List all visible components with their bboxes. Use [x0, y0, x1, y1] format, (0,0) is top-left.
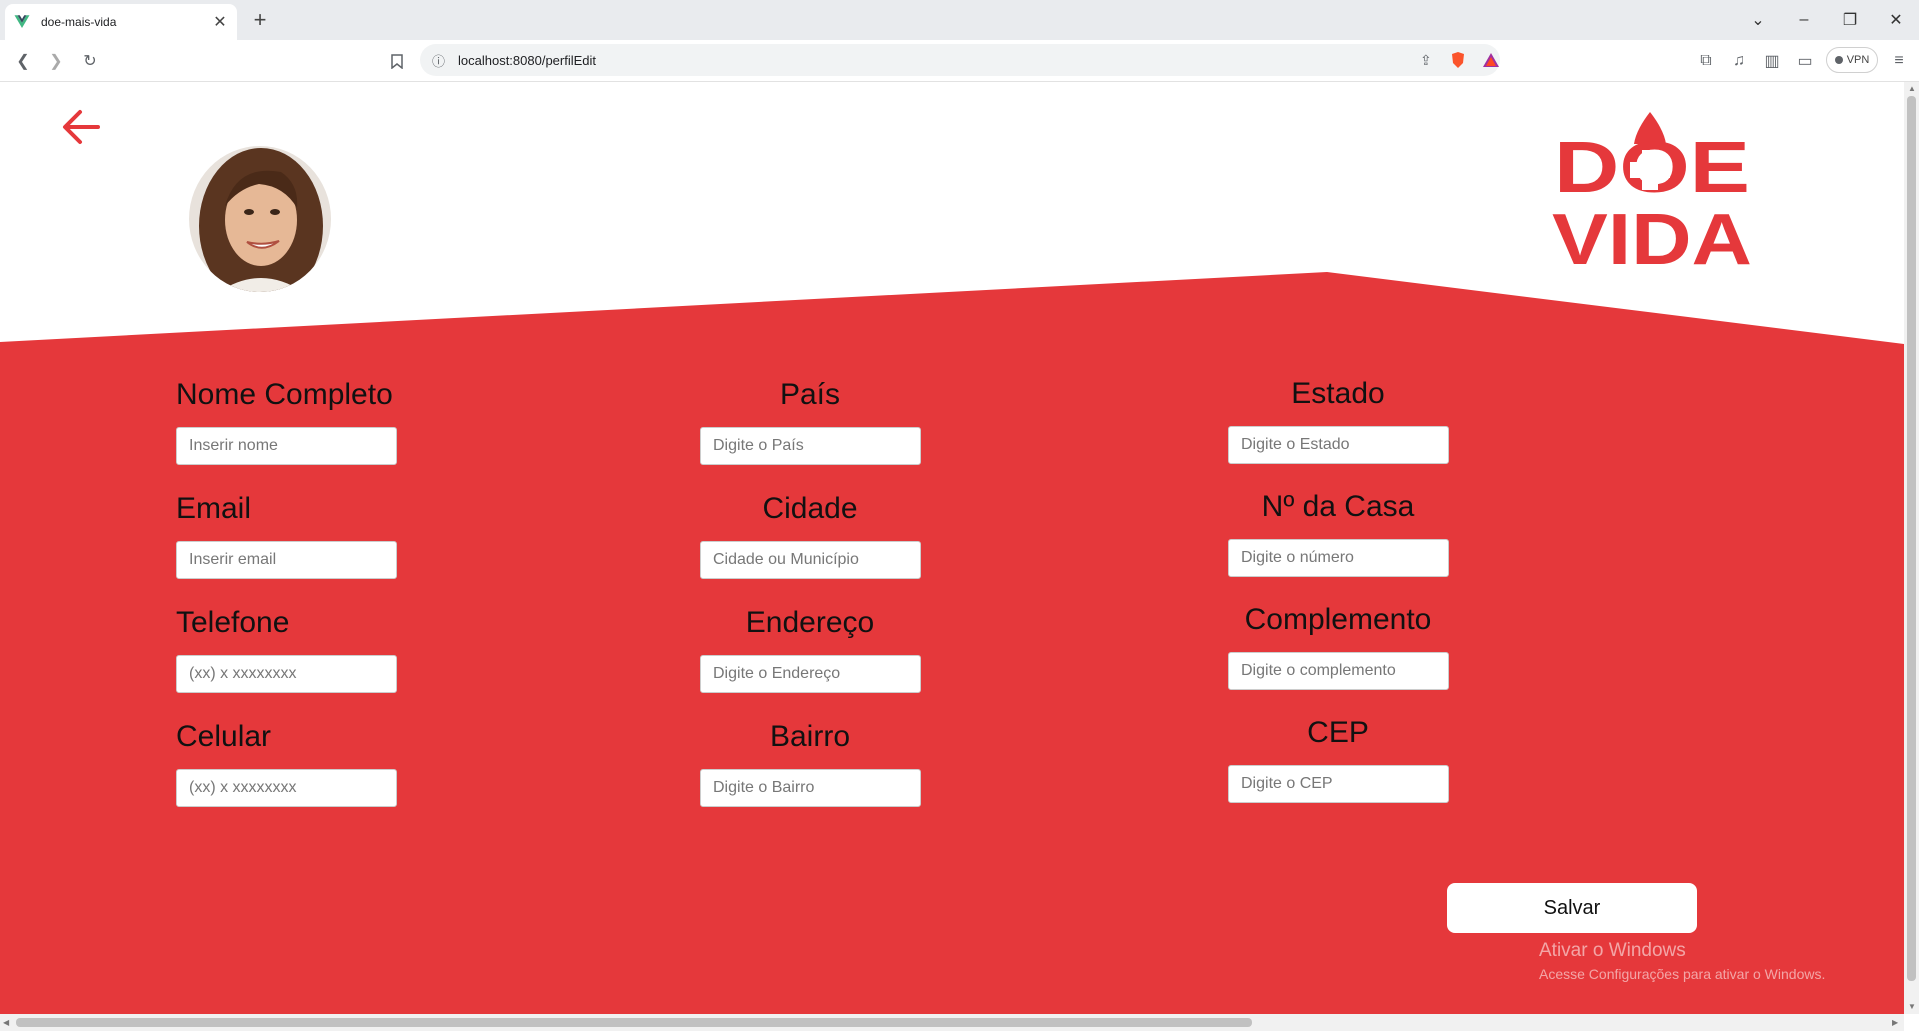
- minimize-icon[interactable]: –: [1781, 0, 1827, 40]
- browser-tab-strip: doe-mais-vida ✕ + ⌄ – ❐ ✕: [0, 0, 1919, 40]
- horizontal-scroll-thumb[interactable]: [16, 1018, 1252, 1027]
- back-arrow-icon[interactable]: [58, 104, 104, 150]
- horizontal-scrollbar[interactable]: ◀ ▶: [0, 1014, 1904, 1031]
- save-button[interactable]: Salvar: [1447, 883, 1697, 933]
- numero-label: Nº da Casa: [1261, 490, 1415, 523]
- scroll-down-icon[interactable]: ▼: [1908, 1002, 1916, 1011]
- close-window-icon[interactable]: ✕: [1873, 0, 1919, 40]
- back-nav-icon[interactable]: ❮: [10, 48, 36, 74]
- scroll-left-icon[interactable]: ◀: [3, 1018, 9, 1027]
- email-label: Email: [176, 492, 252, 525]
- windows-activation-subtitle: Acesse Configurações para ativar o Windo…: [1539, 966, 1826, 982]
- avatar-photo: [189, 146, 331, 292]
- nome-input[interactable]: [176, 427, 397, 465]
- endereco-input[interactable]: [700, 655, 921, 693]
- pais-input[interactable]: [700, 427, 921, 465]
- celular-label: Celular: [176, 720, 272, 753]
- telefone-label: Telefone: [176, 606, 290, 639]
- bairro-label: Bairro: [769, 720, 851, 753]
- site-info-icon[interactable]: ⓘ: [432, 51, 445, 70]
- scroll-up-icon[interactable]: ▲: [1908, 84, 1916, 93]
- vpn-status-icon: [1834, 56, 1843, 64]
- complemento-label: Complemento: [1244, 603, 1432, 636]
- vue-logo-icon: [14, 15, 30, 28]
- address-bar[interactable]: ⓘ localhost:8080/perfilEdit ⇪: [420, 44, 1500, 76]
- nome-label: Nome Completo: [176, 378, 393, 411]
- email-input[interactable]: [176, 541, 397, 579]
- vpn-label: VPN: [1846, 54, 1870, 66]
- tab-search-icon[interactable]: ⌄: [1735, 0, 1781, 40]
- windows-activation-title: Ativar o Windows: [1539, 940, 1686, 961]
- sidebar-icon[interactable]: ▥: [1759, 48, 1785, 74]
- browser-toolbar: ❮ ❯ ↻ ⓘ localhost:8080/perfilEdit ⇪ ⧉ ♫ …: [0, 40, 1919, 82]
- brave-shields-icon[interactable]: [1450, 51, 1466, 69]
- cidade-input[interactable]: [700, 541, 921, 579]
- profile-avatar[interactable]: [189, 146, 331, 292]
- vertical-scroll-thumb[interactable]: [1907, 96, 1916, 981]
- pais-label: País: [779, 378, 841, 411]
- reload-icon[interactable]: ↻: [77, 48, 103, 74]
- close-tab-icon[interactable]: ✕: [211, 12, 229, 32]
- menu-icon[interactable]: ≡: [1886, 48, 1912, 74]
- tab-title: doe-mais-vida: [41, 15, 117, 29]
- endereco-label: Endereço: [745, 606, 875, 639]
- complemento-input[interactable]: [1228, 652, 1449, 690]
- share-icon[interactable]: ⇪: [1420, 52, 1432, 69]
- numero-input[interactable]: [1228, 539, 1449, 577]
- cep-input[interactable]: [1228, 765, 1449, 803]
- estado-label: Estado: [1291, 377, 1385, 410]
- estado-input[interactable]: [1228, 426, 1449, 464]
- logo-line2: VIDA: [1552, 200, 1752, 270]
- media-icon[interactable]: ♫: [1726, 48, 1752, 74]
- vertical-scrollbar[interactable]: ▲ ▼: [1904, 82, 1919, 1014]
- extensions-icon[interactable]: ⧉: [1693, 48, 1719, 74]
- url-text: localhost:8080/perfilEdit: [458, 52, 597, 68]
- cidade-label: Cidade: [762, 492, 858, 525]
- bookmark-icon[interactable]: [384, 48, 410, 74]
- telefone-input[interactable]: [176, 655, 397, 693]
- cep-label: CEP: [1307, 716, 1369, 749]
- profile-edit-page: DOE VIDA Nome Completo Email Telefone Ce…: [0, 82, 1904, 1014]
- brave-rewards-icon[interactable]: [1482, 52, 1500, 68]
- bairro-input[interactable]: [700, 769, 921, 807]
- restore-icon[interactable]: ❐: [1827, 0, 1873, 40]
- doe-vida-logo: DOE VIDA: [1552, 112, 1752, 270]
- wallet-icon[interactable]: ▭: [1792, 48, 1818, 74]
- browser-tab[interactable]: doe-mais-vida ✕: [5, 4, 237, 40]
- scroll-right-icon[interactable]: ▶: [1892, 1018, 1898, 1027]
- new-tab-button[interactable]: +: [248, 7, 272, 33]
- vpn-button[interactable]: VPN: [1826, 47, 1878, 73]
- celular-input[interactable]: [176, 769, 397, 807]
- forward-nav-icon[interactable]: ❯: [43, 48, 69, 74]
